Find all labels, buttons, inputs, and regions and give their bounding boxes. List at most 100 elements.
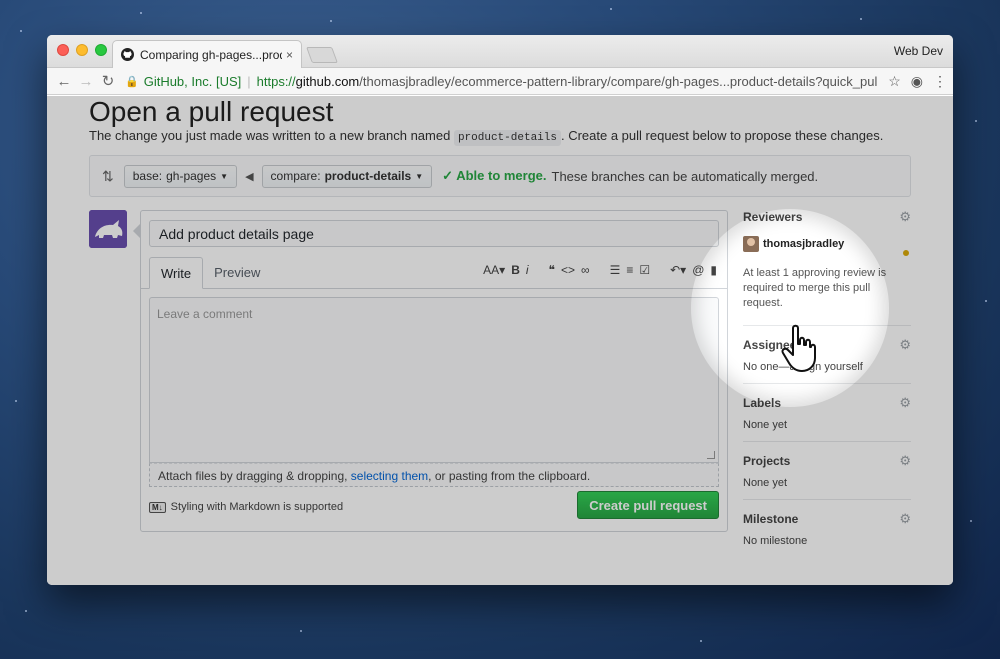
minimize-window-button[interactable] <box>76 44 88 56</box>
zoom-window-button[interactable] <box>95 44 107 56</box>
address-separator: | <box>247 73 251 89</box>
assignees-heading: Assignees <box>743 338 804 352</box>
url-path: /thomasjbradley/ecommerce-pattern-librar… <box>359 73 879 89</box>
subtitle-text: The change you just made was written to … <box>89 128 451 143</box>
projects-section: Projects ⚙ None yet <box>743 453 911 500</box>
italic-icon[interactable]: i <box>526 263 529 277</box>
bookmark-icon[interactable]: ▮ <box>710 263 717 277</box>
new-tab-button[interactable] <box>306 47 338 63</box>
git-compare-icon: ⇅ <box>102 167 114 184</box>
url-host: github.com <box>295 73 360 89</box>
projects-heading: Projects <box>743 454 791 468</box>
close-window-button[interactable] <box>57 44 69 56</box>
url-scheme: https:// <box>256 73 296 89</box>
reviewers-section: Reviewers ⚙ thomasjbradley At least 1 ap… <box>743 209 911 326</box>
avatar[interactable] <box>89 210 127 248</box>
gear-icon[interactable]: ⚙ <box>899 337 911 353</box>
compare-branch-name: product-details <box>324 169 412 183</box>
gear-icon[interactable]: ⚙ <box>899 511 911 527</box>
link-icon[interactable]: ∞ <box>581 263 590 277</box>
base-branch-name: gh-pages <box>166 169 217 183</box>
task-list-icon[interactable]: ☑ <box>639 263 650 277</box>
markdown-toolbar: AA▾ B i ❝ <> ∞ ☰ ≡ ☑ ↶▾ @ ▮ <box>483 263 717 277</box>
page-content: Open a pull request The change you just … <box>47 96 953 585</box>
milestone-section: Milestone ⚙ No milestone <box>743 511 911 557</box>
hand-cursor-icon <box>781 324 816 372</box>
review-requirement-note: At least 1 approving review is required … <box>743 267 887 309</box>
labels-value: None yet <box>743 419 788 431</box>
compare-prefix: compare: <box>270 169 321 183</box>
markdown-icon: M↓ <box>149 501 166 513</box>
gear-icon[interactable]: ⚙ <box>899 453 911 469</box>
resize-handle[interactable] <box>707 451 715 459</box>
base-prefix: base: <box>132 169 163 183</box>
create-pull-request-button[interactable]: Create pull request <box>577 491 719 519</box>
assignees-value[interactable]: No one—assign yourself <box>743 361 911 373</box>
quote-icon[interactable]: ❝ <box>549 263 555 277</box>
reviewer-name: thomasjbradley <box>763 238 845 250</box>
reviewers-heading: Reviewers <box>743 210 803 224</box>
gear-icon[interactable]: ⚙ <box>899 395 911 411</box>
browser-toolbar: ← → ↻ 🔒 GitHub, Inc. [US] | https:// git… <box>47 68 953 95</box>
browser-tab[interactable]: Comparing gh-pages...produc × <box>112 40 302 68</box>
code-icon[interactable]: <> <box>561 263 575 277</box>
projects-value: None yet <box>743 477 788 489</box>
pr-composer: Add product details page Write Preview A… <box>133 210 728 532</box>
comment-placeholder: Leave a comment <box>157 307 253 321</box>
editor-tabs: Write Preview <box>149 257 271 289</box>
base-branch-button[interactable]: base: gh-pages ▼ <box>123 164 238 188</box>
check-icon: ✓ <box>442 168 454 183</box>
milestone-value: No milestone <box>743 535 808 547</box>
select-files-link[interactable]: selecting them <box>351 469 428 483</box>
profile-name[interactable]: Web Dev <box>894 44 943 58</box>
star-icon[interactable]: ☆ <box>888 73 901 90</box>
chevron-down-icon: ▼ <box>415 171 424 181</box>
back-icon[interactable]: ← <box>53 73 75 90</box>
lock-icon: 🔒 <box>125 75 139 88</box>
forward-icon[interactable]: → <box>75 73 97 90</box>
compare-branch-button[interactable]: compare: product-details ▼ <box>261 164 433 188</box>
github-icon <box>121 48 134 61</box>
title-bar: Comparing gh-pages...produc × Web Dev <box>47 35 953 68</box>
attach-text-after: , or pasting from the clipboard. <box>428 469 591 483</box>
markdown-note-text: Styling with Markdown is supported <box>170 501 344 513</box>
arrow-left-icon: ◀ <box>245 170 254 183</box>
tab-title: Comparing gh-pages...produc <box>140 47 282 62</box>
reply-icon[interactable]: ↶▾ <box>670 263 686 277</box>
comment-textarea[interactable]: Leave a comment <box>149 297 719 463</box>
attach-text: Attach files by dragging & dropping, <box>158 469 348 483</box>
browser-window: Comparing gh-pages...produc × Web Dev ← … <box>47 35 953 585</box>
tab-close-icon[interactable]: × <box>286 48 293 62</box>
triceratops-avatar-icon <box>89 210 127 248</box>
reload-icon[interactable]: ↻ <box>97 72 119 90</box>
page-subtitle: The change you just made was written to … <box>89 128 884 146</box>
merge-status: ✓ Able to merge. <box>442 168 547 183</box>
address-bar[interactable]: 🔒 GitHub, Inc. [US] | https:// github.co… <box>125 71 878 91</box>
pr-title-input[interactable]: Add product details page <box>149 220 719 247</box>
labels-heading: Labels <box>743 396 782 410</box>
attach-dropzone[interactable]: Attach files by dragging & dropping, sel… <box>149 463 719 487</box>
header-icon[interactable]: AA▾ <box>483 263 505 277</box>
merge-message: These branches can be automatically merg… <box>551 168 819 184</box>
reviewer-item[interactable]: thomasjbradley <box>743 236 911 252</box>
subtitle-text-after: . Create a pull request below to propose… <box>560 128 884 143</box>
range-editor: ⇅ base: gh-pages ▼ ◀ compare: product-de… <box>89 155 911 197</box>
extension-icon[interactable]: ◉ <box>911 73 923 90</box>
assignees-section: Assignees ⚙ No one—assign yourself <box>743 337 911 384</box>
mention-icon[interactable]: @ <box>692 263 704 277</box>
markdown-note[interactable]: M↓ Styling with Markdown is supported <box>149 501 343 513</box>
window-controls <box>57 44 107 56</box>
numbered-list-icon[interactable]: ≡ <box>626 263 633 277</box>
branch-code: product-details <box>453 130 561 146</box>
gear-icon[interactable]: ⚙ <box>899 209 911 225</box>
bullet-list-icon[interactable]: ☰ <box>610 263 621 277</box>
security-label: GitHub, Inc. [US] <box>143 73 242 89</box>
tab-preview[interactable]: Preview <box>203 257 271 289</box>
bold-icon[interactable]: B <box>511 263 520 277</box>
milestone-heading: Milestone <box>743 512 799 526</box>
labels-section: Labels ⚙ None yet <box>743 395 911 442</box>
page-title: Open a pull request <box>89 96 334 127</box>
menu-icon[interactable]: ⋮ <box>933 73 947 90</box>
tab-write[interactable]: Write <box>149 257 204 289</box>
pending-review-dot <box>903 250 909 256</box>
